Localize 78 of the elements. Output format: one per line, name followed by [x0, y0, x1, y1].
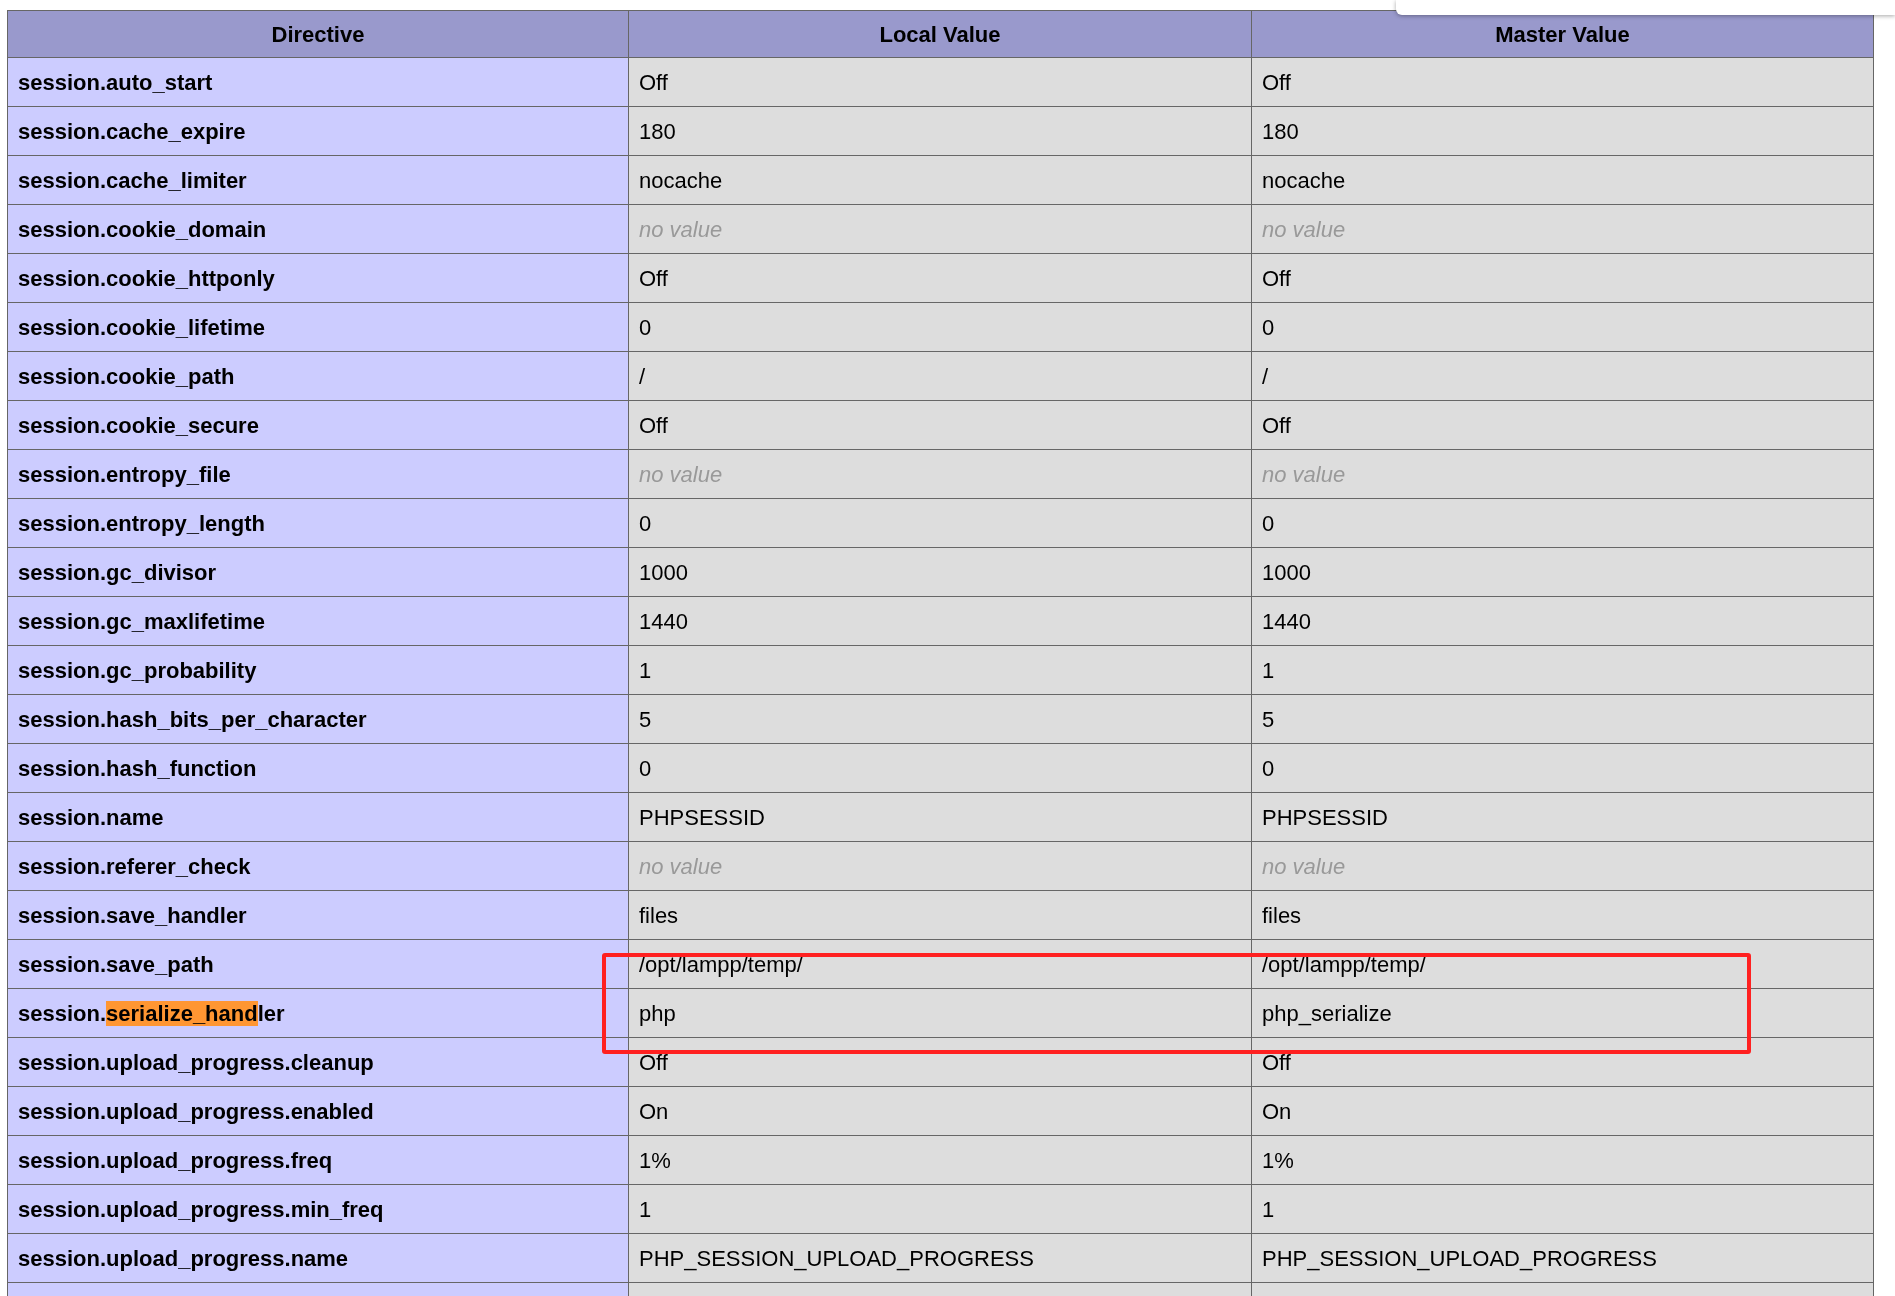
- value-text: /: [639, 362, 646, 391]
- directive-name: session.upload_progress.freq: [18, 1146, 333, 1175]
- value-text: 1: [1262, 656, 1275, 685]
- directive-name: session.name: [18, 803, 164, 832]
- value-text: php_serialize: [1262, 999, 1392, 1028]
- value-text: PHP_SESSION_UPLOAD_PROGRESS: [639, 1244, 1034, 1273]
- value-text: PHPSESSID: [639, 803, 765, 832]
- value-text: /opt/lampp/temp/: [1262, 950, 1426, 979]
- value-text: no value: [1262, 460, 1346, 489]
- column-header: Local Value: [629, 11, 1252, 58]
- directive-name: session.cookie_lifetime: [18, 313, 265, 342]
- value-text: 0: [1262, 754, 1275, 783]
- directive-name: session.cookie_domain: [18, 215, 267, 244]
- directive-name: session.auto_start: [18, 68, 213, 97]
- value-text: no value: [639, 460, 723, 489]
- directive-name: session.entropy_length: [18, 509, 265, 538]
- value-text: 1: [639, 1195, 652, 1224]
- value-text: 1000: [639, 558, 688, 587]
- value-text: 0: [639, 754, 652, 783]
- directive-name: session.gc_probability: [18, 656, 257, 685]
- value-text: 0: [639, 313, 652, 342]
- value-text: no value: [639, 852, 723, 881]
- value-text: nocache: [639, 166, 723, 195]
- value-text: On: [639, 1097, 669, 1126]
- value-text: 1000: [1262, 558, 1311, 587]
- value-text: 180: [1262, 117, 1299, 146]
- value-text: Off: [1262, 1048, 1291, 1077]
- directive-name: session.upload_progress.name: [18, 1244, 349, 1273]
- value-text: 1440: [1262, 607, 1311, 636]
- value-text: 1: [1262, 1195, 1275, 1224]
- value-text: no value: [639, 215, 723, 244]
- directive-name: session.hash_function: [18, 754, 257, 783]
- value-text: 1: [639, 656, 652, 685]
- directive-name: session.hash_bits_per_character: [18, 705, 367, 734]
- directive-name: session.entropy_file: [18, 460, 231, 489]
- value-text: Off: [1262, 411, 1291, 440]
- value-text: 5: [639, 705, 652, 734]
- value-text: no value: [1262, 215, 1346, 244]
- value-text: PHPSESSID: [1262, 803, 1388, 832]
- value-text: /: [1262, 362, 1269, 391]
- value-text: 0: [1262, 313, 1275, 342]
- value-text: Off: [639, 1048, 668, 1077]
- value-text: Off: [639, 264, 668, 293]
- directive-name: session.cache_expire: [18, 117, 246, 146]
- value-text: Off: [1262, 68, 1291, 97]
- value-text: PHP_SESSION_UPLOAD_PROGRESS: [1262, 1244, 1657, 1273]
- directive-name: session.cookie_secure: [18, 411, 259, 440]
- directive-name: session.gc_divisor: [18, 558, 217, 587]
- column-header: Directive: [8, 11, 629, 58]
- directive-name: session.gc_maxlifetime: [18, 607, 265, 636]
- directive-name: session.cookie_path: [18, 362, 235, 391]
- directive-name: session.upload_progress.enabled: [18, 1097, 374, 1126]
- value-text: 1%: [639, 1146, 671, 1175]
- value-text: 0: [639, 509, 652, 538]
- value-text: no value: [1262, 852, 1346, 881]
- value-text: Off: [639, 68, 668, 97]
- directive-name: session.cache_limiter: [18, 166, 247, 195]
- directive-name: session.save_handler: [18, 901, 247, 930]
- value-text: nocache: [1262, 166, 1346, 195]
- value-text: Off: [1262, 264, 1291, 293]
- value-text: 1%: [1262, 1146, 1294, 1175]
- value-text: Off: [639, 411, 668, 440]
- directive-name: session.upload_progress.cleanup: [18, 1048, 374, 1077]
- value-text: files: [1262, 901, 1302, 930]
- directive-name: session.cookie_httponly: [18, 264, 275, 293]
- directive-name: session.upload_progress.min_freq: [18, 1195, 384, 1224]
- column-header: Master Value: [1252, 11, 1874, 58]
- value-text: 180: [639, 117, 676, 146]
- value-text: 0: [1262, 509, 1275, 538]
- value-text: php: [639, 999, 676, 1028]
- value-text: On: [1262, 1097, 1292, 1126]
- value-text: /opt/lampp/temp/: [639, 950, 803, 979]
- directive-name: session.referer_check: [18, 852, 251, 881]
- directive-name: session.save_path: [18, 950, 214, 979]
- value-text: 5: [1262, 705, 1275, 734]
- value-text: files: [639, 901, 679, 930]
- value-text: 1440: [639, 607, 688, 636]
- directive-name: session.serialize_handler: [18, 999, 285, 1028]
